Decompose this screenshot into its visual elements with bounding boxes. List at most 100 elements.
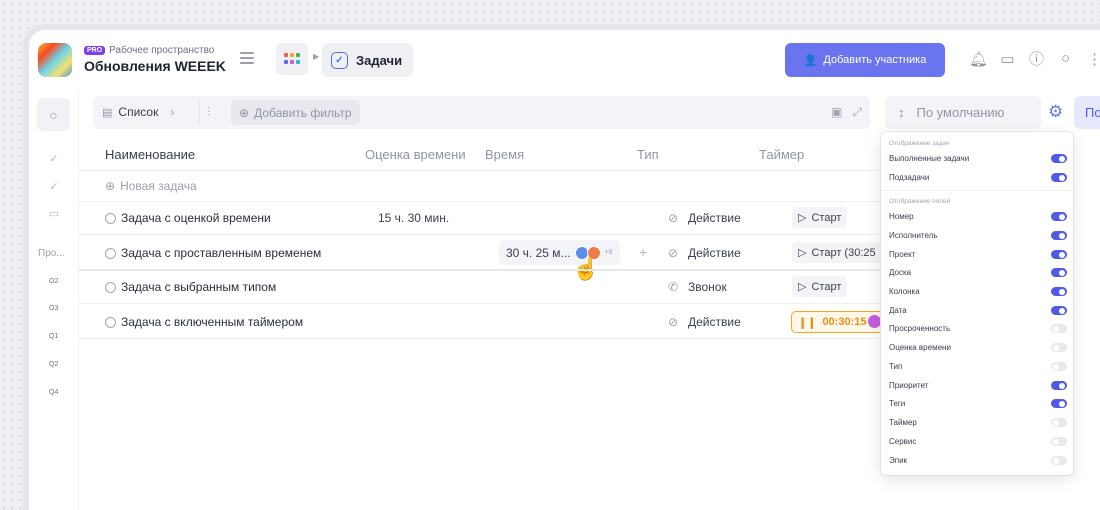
more-icon[interactable]: ⋮ — [1085, 49, 1100, 68]
workspace-switcher[interactable]: PRO Рабочее пространство Обновления WEEE… — [84, 45, 226, 74]
table-row[interactable]: Задача с проставленным временем — [105, 246, 321, 260]
table-row[interactable]: Задача с оценкой времени — [105, 211, 271, 225]
column-header-time[interactable]: Время — [485, 147, 524, 162]
apps-grid-icon[interactable] — [276, 43, 308, 75]
toggle-row[interactable]: Исполнитель — [889, 231, 1067, 240]
toggle-row[interactable]: Подзадачи — [889, 173, 1067, 182]
toggle-row[interactable]: Дата — [889, 306, 1067, 315]
display-settings-dropdown: Отображение задач Выполненные задачи Под… — [881, 132, 1073, 475]
toggle-switch[interactable] — [1051, 343, 1067, 352]
expand-icon[interactable]: ⤢ — [852, 105, 862, 120]
toggle-switch[interactable] — [1051, 287, 1067, 296]
task-type[interactable]: ✆ Звонок — [666, 280, 727, 294]
toggle-row[interactable]: Тип — [889, 362, 1067, 371]
toggle-row[interactable]: Таймер — [889, 418, 1067, 427]
action-type-icon: ⊘ — [667, 211, 679, 225]
toggle-label: Доска — [889, 268, 912, 277]
workspace-name: Обновления WEEEK — [84, 58, 226, 74]
toggle-row[interactable]: Просроченность — [889, 324, 1067, 333]
toggle-switch[interactable] — [1051, 154, 1067, 163]
add-member-button[interactable]: 👤 Добавить участника — [785, 43, 945, 77]
sort-select[interactable]: ↕ По умолчанию — [885, 96, 1041, 129]
task-name: Задача с выбранным типом — [121, 280, 277, 294]
new-task-button[interactable]: ⊕ Новая задача — [105, 179, 197, 193]
toggle-switch[interactable] — [1051, 231, 1067, 240]
toggle-switch[interactable] — [1051, 250, 1067, 259]
notifications-bell-icon[interactable]: 🔔︎ — [969, 49, 988, 68]
play-icon: ▷ — [798, 247, 807, 259]
toggle-row[interactable]: Эпик — [889, 456, 1067, 465]
rail-item[interactable]: O2 — [49, 278, 58, 285]
divider — [79, 170, 939, 171]
app-window: PRO Рабочее пространство Обновления WEEE… — [29, 30, 1100, 510]
view-label: Список — [118, 105, 159, 119]
task-type[interactable]: ⊘ Действие — [666, 315, 741, 329]
timer-start-button[interactable]: ▷ Старт (30:25 — [792, 242, 882, 263]
task-estimate[interactable]: 15 ч. 30 мин. — [378, 211, 449, 225]
toggle-switch[interactable] — [1051, 418, 1067, 427]
top-icons: 🔔︎ ▭ ⓘ ○ ⋮ — [969, 49, 1100, 68]
filter-sliders-icon[interactable]: ⫶ — [207, 105, 210, 120]
task-complete-checkbox[interactable] — [105, 281, 116, 293]
toggle-label: Таймер — [889, 418, 917, 427]
rail-item[interactable]: Q1 — [49, 333, 58, 340]
task-complete-checkbox[interactable] — [105, 316, 116, 328]
rail-item[interactable]: Q4 — [49, 389, 58, 396]
rail-item[interactable]: O3 — [49, 305, 58, 312]
avatar — [868, 315, 881, 328]
plus-circle-icon: ⊕ — [239, 105, 250, 120]
toggle-row[interactable]: Приоритет — [889, 381, 1067, 390]
save-icon[interactable]: ▣ — [831, 105, 842, 120]
toggle-row[interactable]: Колонка — [889, 287, 1067, 296]
view-selector[interactable]: ▤ Список › — [102, 105, 174, 119]
column-header-type[interactable]: Тип — [637, 147, 659, 162]
column-header-name[interactable]: Наименование — [105, 147, 195, 162]
task-complete-checkbox[interactable] — [105, 247, 116, 259]
toggle-row[interactable]: Сервис — [889, 437, 1067, 446]
menu-icon[interactable] — [240, 52, 254, 64]
workspace-logo[interactable] — [38, 43, 72, 77]
table-row[interactable]: Задача с включенным таймером — [105, 315, 303, 329]
toggle-switch[interactable] — [1051, 437, 1067, 446]
toggle-label: Эпик — [889, 456, 908, 465]
folder-icon[interactable]: ▭ — [998, 49, 1017, 68]
toggle-switch[interactable] — [1051, 381, 1067, 390]
task-complete-checkbox[interactable] — [105, 212, 116, 224]
tab-tasks[interactable]: ✓ Задачи — [322, 43, 414, 77]
column-header-estimate[interactable]: Оценка времени — [365, 147, 466, 162]
right-action-button[interactable]: По — [1074, 96, 1100, 129]
toggle-switch[interactable] — [1051, 456, 1067, 465]
toggle-switch[interactable] — [1051, 362, 1067, 371]
toggle-switch[interactable] — [1051, 173, 1067, 182]
toggle-switch[interactable] — [1051, 268, 1067, 277]
add-filter-button[interactable]: ⊕ Добавить фильтр — [231, 100, 360, 125]
timer-start-button[interactable]: ▷ Старт — [792, 207, 848, 228]
rail-search-icon[interactable]: ○ — [37, 98, 70, 131]
toggle-switch[interactable] — [1051, 324, 1067, 333]
toggle-switch[interactable] — [1051, 212, 1067, 221]
timer-start-button[interactable]: ▷ Старт — [792, 276, 848, 297]
add-time-icon[interactable]: + — [639, 244, 647, 260]
table-row[interactable]: Задача с выбранным типом — [105, 280, 276, 294]
task-time[interactable]: 30 ч. 25 м... +6 — [499, 240, 620, 265]
search-icon[interactable]: ○ — [1056, 49, 1075, 68]
task-type[interactable]: ⊘ Действие — [666, 246, 741, 260]
toggle-row[interactable]: Проект — [889, 250, 1067, 259]
toggle-switch[interactable] — [1051, 306, 1067, 315]
toggle-row[interactable]: Доска — [889, 268, 1067, 277]
column-header-timer[interactable]: Таймер — [759, 147, 804, 162]
rail-check-icon-2[interactable]: ✓ — [47, 180, 61, 194]
task-name: Задача с оценкой времени — [121, 211, 271, 225]
settings-gear-icon[interactable]: ⚙ — [1048, 102, 1063, 122]
task-type[interactable]: ⊘ Действие — [666, 211, 741, 225]
toggle-switch[interactable] — [1051, 399, 1067, 408]
toggle-label: Приоритет — [889, 381, 929, 390]
toggle-row[interactable]: Теги — [889, 399, 1067, 408]
rail-folder-icon[interactable]: ▭ — [47, 207, 61, 221]
rail-check-icon[interactable]: ✓ — [47, 152, 61, 166]
rail-item[interactable]: Q2 — [49, 361, 58, 368]
toggle-row[interactable]: Оценка времени — [889, 343, 1067, 352]
toggle-row[interactable]: Выполненные задачи — [889, 154, 1067, 163]
toggle-row[interactable]: Номер — [889, 212, 1067, 221]
help-icon[interactable]: ⓘ — [1027, 49, 1046, 68]
